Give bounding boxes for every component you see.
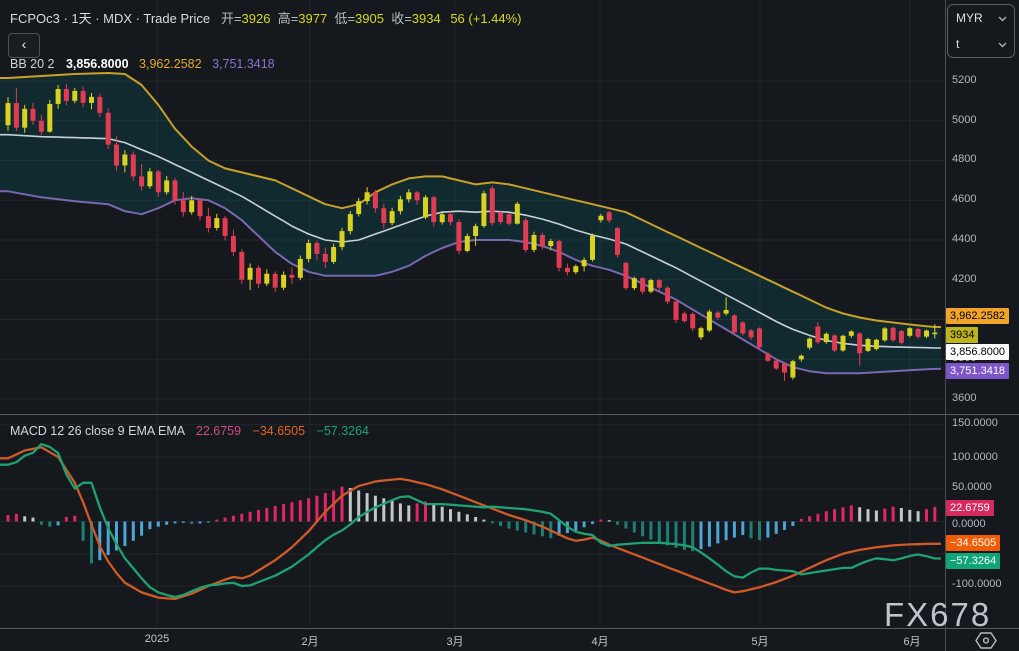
axis-tick: -100.0000 bbox=[952, 578, 1002, 590]
price-axis-separator bbox=[945, 0, 946, 651]
close-value: 3934 bbox=[411, 11, 441, 26]
low-label: 低= bbox=[334, 11, 356, 26]
bb-indicator-row[interactable]: BB 20 2 3,856.8000 3,962.2582 3,751.3418 bbox=[10, 57, 275, 71]
currency-value: MYR bbox=[956, 11, 983, 25]
currency-unit-selector: MYR t bbox=[947, 4, 1015, 58]
trading-chart-app: FCPOc3 · 1天 · MDX · Trade Price 开=3926 高… bbox=[0, 0, 1019, 651]
price-axis[interactable]: 5200500048004600440042004000380036003,96… bbox=[946, 0, 1019, 414]
open-label: 开= bbox=[220, 11, 242, 26]
bb-mid-value: 3,856.8000 bbox=[65, 57, 129, 71]
currency-dropdown[interactable]: MYR bbox=[948, 5, 1014, 31]
chevron-down-icon bbox=[998, 42, 1007, 48]
axis-tick: 4400 bbox=[952, 233, 977, 245]
high-label: 高= bbox=[277, 11, 299, 26]
axis-tick: 4600 bbox=[952, 193, 977, 205]
axis-price-label: 3934 bbox=[946, 327, 979, 343]
month-label: 3月 bbox=[446, 636, 464, 648]
bb-upper-value: 3,962.2582 bbox=[139, 57, 202, 71]
back-chevron-icon: ‹ bbox=[21, 36, 27, 52]
axis-tick: 0.0000 bbox=[952, 518, 986, 530]
chevron-down-icon bbox=[998, 16, 1007, 22]
fx678-watermark: FX678 bbox=[884, 596, 992, 633]
close-label: 收= bbox=[391, 11, 412, 26]
pane-separator[interactable] bbox=[0, 414, 1019, 415]
month-label: 2025 bbox=[144, 633, 170, 645]
axis-tick: 150.0000 bbox=[952, 417, 998, 429]
time-axis-separator bbox=[0, 628, 1019, 629]
unit-dropdown[interactable]: t bbox=[948, 31, 1014, 57]
time-axis[interactable]: 2025 2月 3月 4月 5月 6月 bbox=[0, 629, 1019, 651]
axis-price-label: −57.3264 bbox=[946, 553, 1001, 569]
axis-tick: 50.0000 bbox=[952, 481, 992, 493]
axis-price-label: 22.6759 bbox=[946, 500, 994, 516]
symbol-header[interactable]: FCPOc3 · 1天 · MDX · Trade Price 开=3926 高… bbox=[10, 8, 522, 27]
axis-tick: 5200 bbox=[952, 74, 977, 86]
bb-lower-value: 3,751.3418 bbox=[212, 57, 275, 71]
axis-price-label: 3,962.2582 bbox=[946, 308, 1010, 324]
axis-tick: 5000 bbox=[952, 114, 977, 126]
hexagon-settings-icon[interactable] bbox=[974, 631, 998, 650]
month-label: 2月 bbox=[301, 636, 319, 648]
axis-tick: 3600 bbox=[952, 392, 977, 404]
macd-hist-value: 22.6759 bbox=[195, 424, 242, 438]
low-value: 3905 bbox=[355, 11, 384, 26]
unit-value: t bbox=[956, 37, 960, 51]
axis-tick: 100.0000 bbox=[952, 451, 998, 463]
axis-price-label: −34.6505 bbox=[946, 535, 1001, 551]
macd-indicator-row[interactable]: MACD 12 26 close 9 EMA EMA 22.6759 −34.6… bbox=[10, 424, 369, 438]
macd-signal-value: −57.3264 bbox=[316, 424, 369, 438]
macd-pane-chart[interactable] bbox=[0, 415, 945, 633]
change-value: 56 (+1.44%) bbox=[450, 11, 522, 26]
macd-line-value: −34.6505 bbox=[252, 424, 306, 438]
month-label: 6月 bbox=[903, 636, 921, 648]
month-label: 4月 bbox=[591, 636, 609, 648]
axis-price-label: 3,751.3418 bbox=[946, 363, 1010, 379]
axis-tick: 4200 bbox=[952, 273, 977, 285]
axis-tick: 4800 bbox=[952, 153, 977, 165]
axis-price-label: 3,856.8000 bbox=[946, 344, 1010, 360]
symbol-title: FCPOc3 · 1天 · MDX · Trade Price bbox=[10, 11, 211, 26]
month-label: 5月 bbox=[751, 636, 769, 648]
back-button[interactable]: ‹ bbox=[8, 33, 40, 58]
high-value: 3977 bbox=[298, 11, 328, 26]
open-value: 3926 bbox=[241, 11, 271, 26]
bb-label: BB 20 2 bbox=[10, 57, 55, 71]
macd-label: MACD 12 26 close 9 EMA EMA bbox=[10, 424, 185, 438]
